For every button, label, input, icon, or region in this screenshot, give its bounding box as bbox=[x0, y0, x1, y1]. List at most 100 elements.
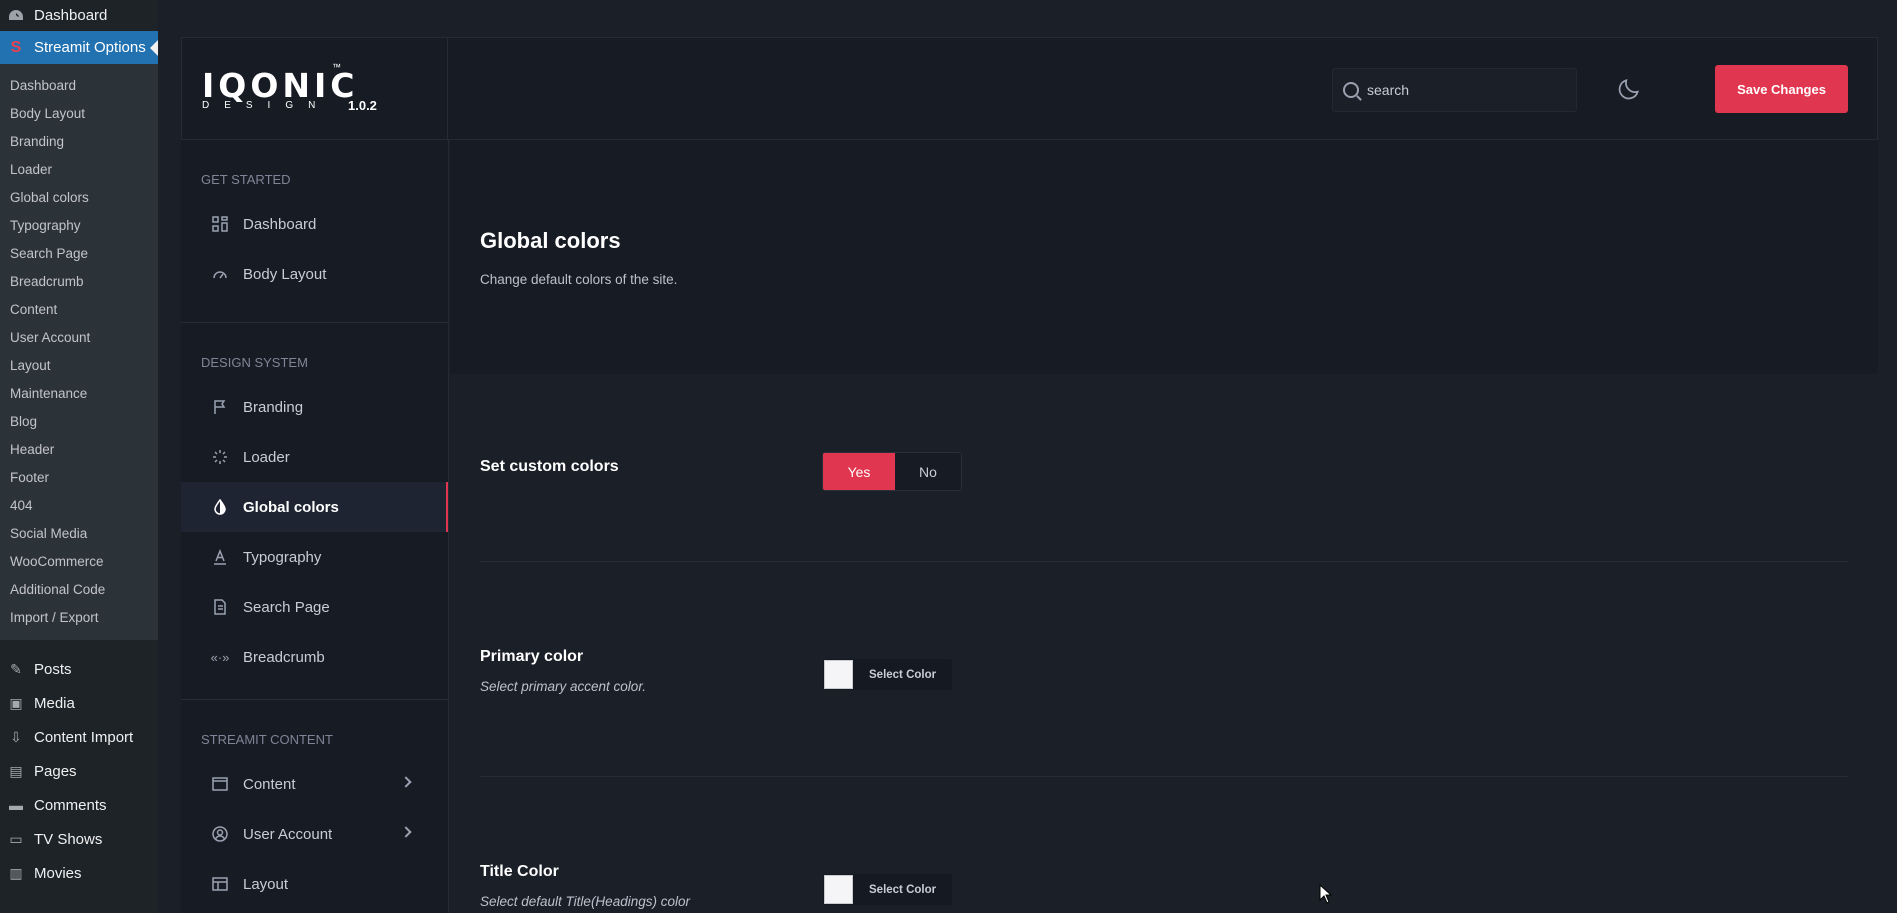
wp-submenu-item[interactable]: User Account bbox=[0, 324, 158, 352]
primary-color-label: Primary color bbox=[480, 648, 584, 665]
nav-item-branding[interactable]: Branding bbox=[181, 382, 448, 432]
wp-submenu-item[interactable]: Header bbox=[0, 436, 158, 464]
select-color-button[interactable]: Select Color bbox=[854, 884, 952, 896]
comments-icon: ▬ bbox=[9, 797, 23, 813]
search-input[interactable] bbox=[1367, 82, 1567, 98]
wp-menu-label: Posts bbox=[34, 660, 72, 678]
wp-submenu-item[interactable]: Maintenance bbox=[0, 380, 158, 408]
wp-menu-item[interactable]: ⇩ Content Import bbox=[0, 720, 158, 754]
logo-subtitle: DESIGN bbox=[202, 100, 331, 111]
film-icon: ▥ bbox=[9, 864, 23, 881]
nav-item-user-account[interactable]: User Account bbox=[181, 809, 448, 859]
wp-submenu-item[interactable]: Dashboard bbox=[0, 72, 158, 100]
nav-item-layout[interactable]: Layout bbox=[181, 859, 448, 909]
wp-menu-item[interactable]: ✎ Posts bbox=[0, 652, 158, 686]
nav-item-loader[interactable]: Loader bbox=[181, 432, 448, 482]
logo-trademark: ™ bbox=[332, 62, 341, 72]
wp-submenu-item[interactable]: Branding bbox=[0, 128, 158, 156]
wp-admin-sidebar: Dashboard S Streamit Options Dashboard Bo… bbox=[0, 0, 158, 913]
nav-item-body-layout[interactable]: Body Layout bbox=[181, 249, 448, 299]
primary-color-picker[interactable]: Select Color bbox=[823, 659, 953, 690]
nav-item-label: User Account bbox=[243, 825, 333, 843]
toggle-no-button[interactable]: No bbox=[895, 453, 961, 490]
custom-colors-toggle[interactable]: Yes No bbox=[822, 452, 962, 491]
wp-menu-label: Streamit Options bbox=[34, 39, 146, 56]
wp-submenu-item[interactable]: Loader bbox=[0, 156, 158, 184]
wp-menu-item[interactable]: ▬ Comments bbox=[0, 788, 158, 822]
wp-submenu-item[interactable]: Body Layout bbox=[0, 100, 158, 128]
wp-submenu-item[interactable]: WooCommerce bbox=[0, 548, 158, 576]
title-color-picker[interactable]: Select Color bbox=[823, 874, 953, 905]
wp-menu-item[interactable]: ▭ TV Shows bbox=[0, 822, 158, 856]
typography-icon bbox=[211, 548, 229, 566]
search-box[interactable] bbox=[1332, 68, 1577, 112]
options-sidebar: GET STARTED Dashboard Body Layout DESIGN… bbox=[181, 140, 449, 913]
wp-menu-label: Media bbox=[34, 694, 75, 712]
title-color-swatch[interactable] bbox=[824, 875, 853, 904]
wp-menu-label: Pages bbox=[34, 762, 77, 780]
wp-submenu-item[interactable]: Social Media bbox=[0, 520, 158, 548]
page-header: Global colors Change default colors of t… bbox=[450, 140, 1878, 374]
wp-submenu-item[interactable]: Breadcrumb bbox=[0, 268, 158, 296]
spinner-icon bbox=[211, 448, 229, 466]
flag-icon bbox=[211, 398, 229, 416]
chevron-right-icon bbox=[400, 776, 412, 788]
wp-submenu-item[interactable]: Content bbox=[0, 296, 158, 324]
wp-submenu-item[interactable]: Import / Export bbox=[0, 604, 158, 632]
document-icon bbox=[211, 598, 229, 616]
wp-menu-item[interactable]: ▥ Movies bbox=[0, 856, 158, 890]
nav-item-label: Search Page bbox=[243, 598, 330, 616]
wp-menu-label: Dashboard bbox=[34, 7, 108, 24]
divider bbox=[480, 776, 1848, 777]
wp-menu-dashboard[interactable]: Dashboard bbox=[0, 0, 158, 31]
chevron-right-icon bbox=[400, 826, 412, 838]
nav-item-label: Global colors bbox=[243, 498, 339, 516]
gauge-icon bbox=[211, 265, 229, 283]
primary-color-hint: Select primary accent color. bbox=[480, 679, 647, 694]
title-color-hint: Select default Title(Headings) color bbox=[480, 894, 690, 909]
select-color-button[interactable]: Select Color bbox=[854, 669, 952, 681]
layout-icon bbox=[211, 875, 229, 893]
wp-submenu-item[interactable]: Global colors bbox=[0, 184, 158, 212]
wp-menu-item[interactable]: ▣ Media bbox=[0, 686, 158, 720]
wp-submenu-item[interactable]: 404 bbox=[0, 492, 158, 520]
grid-icon bbox=[211, 215, 229, 233]
nav-item-global-colors[interactable]: Global colors bbox=[181, 482, 448, 532]
wp-menu-streamit-options[interactable]: S Streamit Options bbox=[0, 31, 158, 64]
nav-item-breadcrumb[interactable]: «·» Breadcrumb bbox=[181, 632, 448, 682]
toggle-yes-button[interactable]: Yes bbox=[823, 453, 895, 490]
version-label: 1.0.2 bbox=[348, 98, 377, 113]
options-content: Global colors Change default colors of t… bbox=[450, 140, 1878, 913]
wp-menu-label: Comments bbox=[34, 796, 107, 814]
moon-icon[interactable] bbox=[1616, 76, 1642, 102]
page-title: Global colors bbox=[480, 228, 621, 253]
nav-item-label: Content bbox=[243, 775, 296, 793]
wp-submenu: Dashboard Body Layout Branding Loader Global… bbox=[0, 64, 158, 640]
pages-icon: ▤ bbox=[9, 762, 23, 779]
user-circle-icon bbox=[211, 825, 229, 843]
wp-submenu-item[interactable]: Footer bbox=[0, 464, 158, 492]
options-header: IQONIC ™ DESIGN 1.0.2 Save Changes bbox=[181, 37, 1878, 140]
wp-submenu-item[interactable]: Blog bbox=[0, 408, 158, 436]
contrast-icon bbox=[211, 498, 229, 516]
nav-item-dashboard[interactable]: Dashboard bbox=[181, 199, 448, 249]
nav-section-streamit-content: STREAMIT CONTENT Content User Account La… bbox=[181, 699, 448, 909]
nav-item-label: Body Layout bbox=[243, 265, 327, 283]
nav-item-typography[interactable]: Typography bbox=[181, 532, 448, 582]
dashboard-icon bbox=[8, 8, 24, 24]
divider bbox=[480, 561, 1848, 562]
wp-submenu-item[interactable]: Typography bbox=[0, 212, 158, 240]
breadcrumb-icon: «·» bbox=[210, 649, 230, 665]
nav-item-search-page[interactable]: Search Page bbox=[181, 582, 448, 632]
wp-submenu-item[interactable]: Layout bbox=[0, 352, 158, 380]
nav-item-content[interactable]: Content bbox=[181, 759, 448, 809]
wp-main-menu: ✎ Posts ▣ Media ⇩ Content Import ▤ Pages ▬ Commen… bbox=[0, 640, 158, 890]
wp-submenu-item[interactable]: Additional Code bbox=[0, 576, 158, 604]
brand-logo: IQONIC ™ DESIGN 1.0.2 bbox=[182, 38, 448, 139]
wp-menu-item[interactable]: ▤ Pages bbox=[0, 754, 158, 788]
tv-icon: ▭ bbox=[9, 830, 23, 847]
nav-item-label: Breadcrumb bbox=[243, 648, 325, 666]
wp-submenu-item[interactable]: Search Page bbox=[0, 240, 158, 268]
save-changes-button[interactable]: Save Changes bbox=[1715, 65, 1848, 113]
primary-color-swatch[interactable] bbox=[824, 660, 853, 689]
